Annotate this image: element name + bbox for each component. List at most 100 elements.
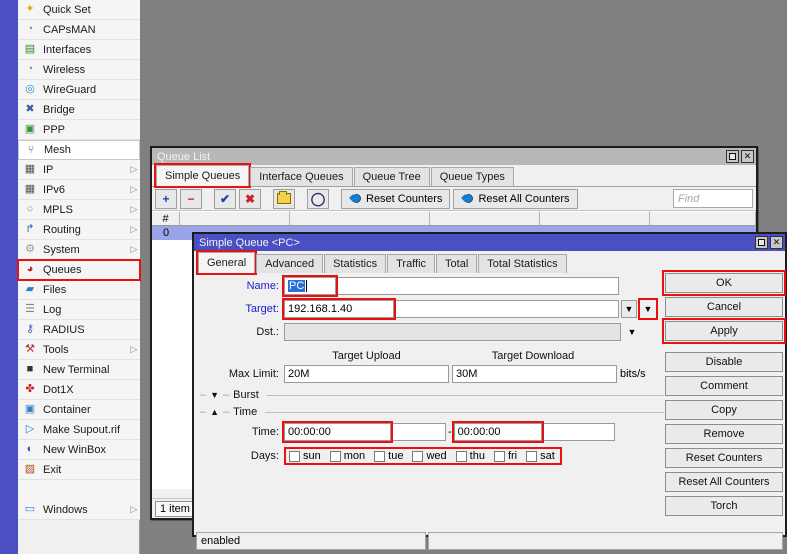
tab-statistics[interactable]: Statistics xyxy=(324,254,387,273)
day-checkbox-tue[interactable]: tue xyxy=(374,450,403,462)
simple-queue-titlebar[interactable]: Simple Queue <PC> ✕ xyxy=(194,234,785,251)
button-label: Torch xyxy=(710,500,738,512)
sidebar-item-mpls[interactable]: ○ MPLS ▷ xyxy=(18,200,140,220)
reset-all-counters-button[interactable]: Reset All Counters xyxy=(665,472,783,492)
tab-queue-tree[interactable]: Queue Tree xyxy=(353,167,430,186)
time-to-input[interactable]: 00:00:00 xyxy=(451,421,544,443)
tab-label: Advanced xyxy=(265,258,315,270)
target-input[interactable]: 192.168.1.40 xyxy=(282,298,396,320)
checkbox-icon[interactable] xyxy=(289,450,300,462)
max-limit-upload-input[interactable]: 20M xyxy=(284,365,449,383)
submenu-arrow-icon: ▷ xyxy=(130,204,138,214)
tab-total-statistics[interactable]: Total Statistics xyxy=(478,254,567,273)
sidebar-item-log[interactable]: ☰ Log xyxy=(18,300,140,320)
checkbox-icon[interactable] xyxy=(329,450,341,462)
tab-total[interactable]: Total xyxy=(436,254,478,273)
checkbox-icon[interactable] xyxy=(455,450,467,462)
close-icon[interactable]: ✕ xyxy=(770,236,783,249)
copy-button[interactable]: Copy xyxy=(665,400,783,420)
burst-section-header[interactable]: – ▼ – Burst xyxy=(200,389,664,401)
queue-list-titlebar[interactable]: Queue List ✕ xyxy=(152,148,756,165)
sidebar-item-radius[interactable]: ⚷ RADIUS xyxy=(18,320,140,340)
close-icon[interactable]: ✕ xyxy=(741,150,754,163)
sidebar-item-make-supout-rif[interactable]: ▷ Make Supout.rif xyxy=(18,420,140,440)
sidebar-item-quick-set[interactable]: ✦ Quick Set xyxy=(18,0,140,20)
disable-button[interactable]: Disable xyxy=(665,352,783,372)
sidebar-item-dot1x[interactable]: ✤ Dot1X xyxy=(18,380,140,400)
sidebar-item-new-terminal[interactable]: ■ New Terminal xyxy=(18,360,140,380)
max-limit-download-input[interactable]: 30M xyxy=(452,365,617,383)
add-button[interactable]: + xyxy=(155,188,177,209)
sidebar-item-wireguard[interactable]: ◎ WireGuard xyxy=(18,80,140,100)
reset-counters-button[interactable]: Reset Counters xyxy=(341,188,451,209)
maximize-icon[interactable] xyxy=(755,236,768,249)
sidebar-item-tools[interactable]: ⚒ Tools ▷ xyxy=(18,340,140,360)
tab-interface-queues[interactable]: Interface Queues xyxy=(250,167,353,186)
sidebar-item-queues[interactable]: ◕ Queues xyxy=(17,259,141,281)
target-input-rest[interactable] xyxy=(394,300,619,318)
enable-button[interactable]: ✔ xyxy=(214,188,236,209)
comment-button[interactable]: Comment xyxy=(665,376,783,396)
tab-general[interactable]: General xyxy=(195,250,258,275)
disable-button[interactable]: ✖ xyxy=(239,188,261,209)
target-add-row-button[interactable]: ▼ xyxy=(638,298,658,320)
dst-input[interactable] xyxy=(284,323,621,341)
column-header-5[interactable] xyxy=(650,211,756,225)
column-header-3[interactable] xyxy=(430,211,540,225)
tab-simple-queues[interactable]: Simple Queues xyxy=(153,163,252,188)
sidebar-item-new-winbox[interactable]: ◐ New WinBox xyxy=(18,440,140,460)
sidebar-item-windows[interactable]: ▭ Windows ▷ xyxy=(18,500,140,520)
sidebar-item-files[interactable]: ▰ Files xyxy=(18,280,140,300)
comment-button[interactable] xyxy=(273,188,295,209)
checkbox-icon[interactable] xyxy=(526,450,538,462)
checkbox-icon[interactable] xyxy=(493,450,505,462)
sidebar-item-wireless[interactable]: ◔ Wireless xyxy=(18,60,140,80)
ok-button[interactable]: OK xyxy=(662,270,786,296)
column-header-index[interactable]: # xyxy=(152,211,180,225)
time-from-input-rest[interactable] xyxy=(391,423,446,441)
tab-traffic[interactable]: Traffic xyxy=(387,254,436,273)
day-checkbox-fri[interactable]: fri xyxy=(493,450,517,462)
tab-advanced[interactable]: Advanced xyxy=(256,254,324,273)
day-checkbox-mon[interactable]: mon xyxy=(329,450,365,462)
remove-button[interactable]: − xyxy=(180,188,202,209)
checkbox-icon[interactable] xyxy=(374,450,386,462)
sidebar-item-ip[interactable]: ▦ IP ▷ xyxy=(18,160,140,180)
day-checkbox-wed[interactable]: wed xyxy=(412,450,447,462)
day-checkbox-thu[interactable]: thu xyxy=(455,450,485,462)
checkbox-icon[interactable] xyxy=(412,450,424,462)
sidebar-item-interfaces[interactable]: ▤ Interfaces xyxy=(18,40,140,60)
sidebar-item-mesh[interactable]: ⑂ Mesh xyxy=(18,140,140,160)
reset-counters-button[interactable]: Reset Counters xyxy=(665,448,783,468)
sidebar-item-bridge[interactable]: ✖ Bridge xyxy=(18,100,140,120)
name-input[interactable]: PC xyxy=(282,275,338,297)
column-header-1[interactable] xyxy=(180,211,290,225)
cancel-button[interactable]: Cancel xyxy=(665,297,783,317)
search-input[interactable]: Find xyxy=(673,189,753,208)
time-section-header[interactable]: – ▲ – Time xyxy=(200,406,664,418)
name-input-rest[interactable] xyxy=(336,277,619,295)
day-checkbox-sat[interactable]: sat xyxy=(526,450,555,462)
sidebar-item-exit[interactable]: ▨ Exit xyxy=(18,460,140,480)
dst-dropdown-icon[interactable]: ▼ xyxy=(624,327,640,337)
sidebar-item-container[interactable]: ▣ Container xyxy=(18,400,140,420)
reset-all-counters-button[interactable]: Reset All Counters xyxy=(453,188,578,209)
day-checkbox-sun[interactable]: sun xyxy=(289,450,321,462)
sidebar-item-ipv6[interactable]: ▦ IPv6 ▷ xyxy=(18,180,140,200)
tab-queue-types[interactable]: Queue Types xyxy=(430,167,514,186)
find-placeholder: Find xyxy=(678,192,700,205)
sidebar-item-system[interactable]: ⚙ System ▷ xyxy=(18,240,140,260)
maximize-icon[interactable] xyxy=(726,150,739,163)
apply-button[interactable]: Apply xyxy=(662,318,786,344)
remove-button[interactable]: Remove xyxy=(665,424,783,444)
time-to-input-rest[interactable] xyxy=(541,423,615,441)
time-from-input[interactable]: 00:00:00 xyxy=(282,421,393,443)
column-header-4[interactable] xyxy=(540,211,650,225)
filter-button[interactable]: ◯ xyxy=(307,188,329,209)
sidebar-item-capsman[interactable]: ◔ CAPsMAN xyxy=(18,20,140,40)
target-dropdown-button[interactable]: ▼ xyxy=(621,300,637,318)
torch-button[interactable]: Torch xyxy=(665,496,783,516)
sidebar-item-ppp[interactable]: ▣ PPP xyxy=(18,120,140,140)
column-header-2[interactable] xyxy=(290,211,430,225)
sidebar-item-routing[interactable]: ↱ Routing ▷ xyxy=(18,220,140,240)
